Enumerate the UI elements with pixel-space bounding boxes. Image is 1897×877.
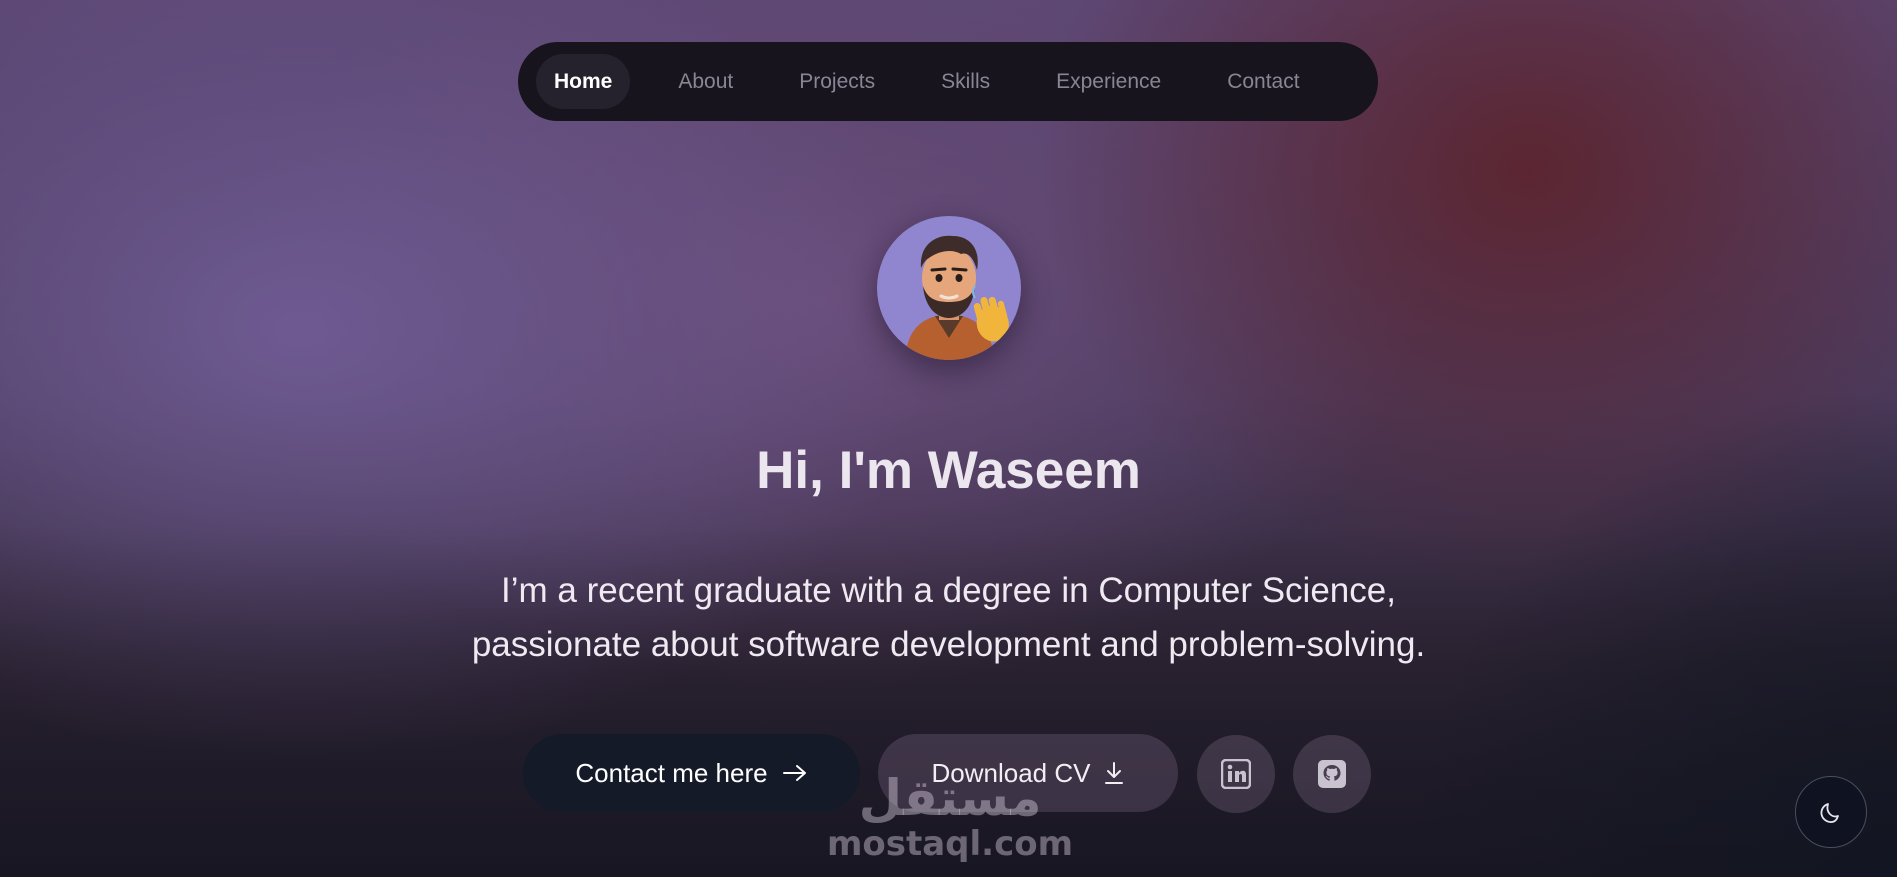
watermark-latin: mostaql.com — [826, 824, 1074, 864]
top-navigation: Home About Projects Skills Experience Co… — [518, 42, 1378, 121]
linkedin-button[interactable] — [1197, 735, 1275, 813]
watermark-arabic: مستقل — [858, 769, 1042, 827]
download-icon — [1105, 762, 1124, 784]
mostaql-watermark: مستقل mostaql.com — [820, 770, 1080, 862]
contact-me-label: Contact me here — [575, 757, 768, 788]
contact-me-button[interactable]: Contact me here — [523, 734, 860, 812]
intro-line-1: I’m a recent graduate with a degree in C… — [501, 571, 1396, 610]
nav-skills[interactable]: Skills — [923, 54, 1008, 109]
github-icon — [1318, 760, 1346, 788]
nav-projects[interactable]: Projects — [781, 54, 893, 109]
linkedin-icon — [1221, 759, 1251, 789]
hero-greeting: Hi, I'm Waseem — [756, 441, 1141, 500]
waving-person-illustration — [905, 235, 1009, 360]
nav-home[interactable]: Home — [536, 54, 631, 109]
nav-experience[interactable]: Experience — [1038, 54, 1179, 109]
github-button[interactable] — [1293, 735, 1371, 813]
nav-contact[interactable]: Contact — [1209, 54, 1317, 109]
arrow-right-icon — [782, 765, 806, 781]
nav-about[interactable]: About — [660, 54, 751, 109]
theme-toggle-button[interactable] — [1795, 776, 1867, 848]
hero-intro: I’m a recent graduate with a degree in C… — [360, 564, 1537, 672]
intro-line-2: passionate about software development an… — [471, 625, 1426, 664]
profile-avatar — [877, 216, 1021, 360]
moon-icon — [1820, 803, 1839, 823]
